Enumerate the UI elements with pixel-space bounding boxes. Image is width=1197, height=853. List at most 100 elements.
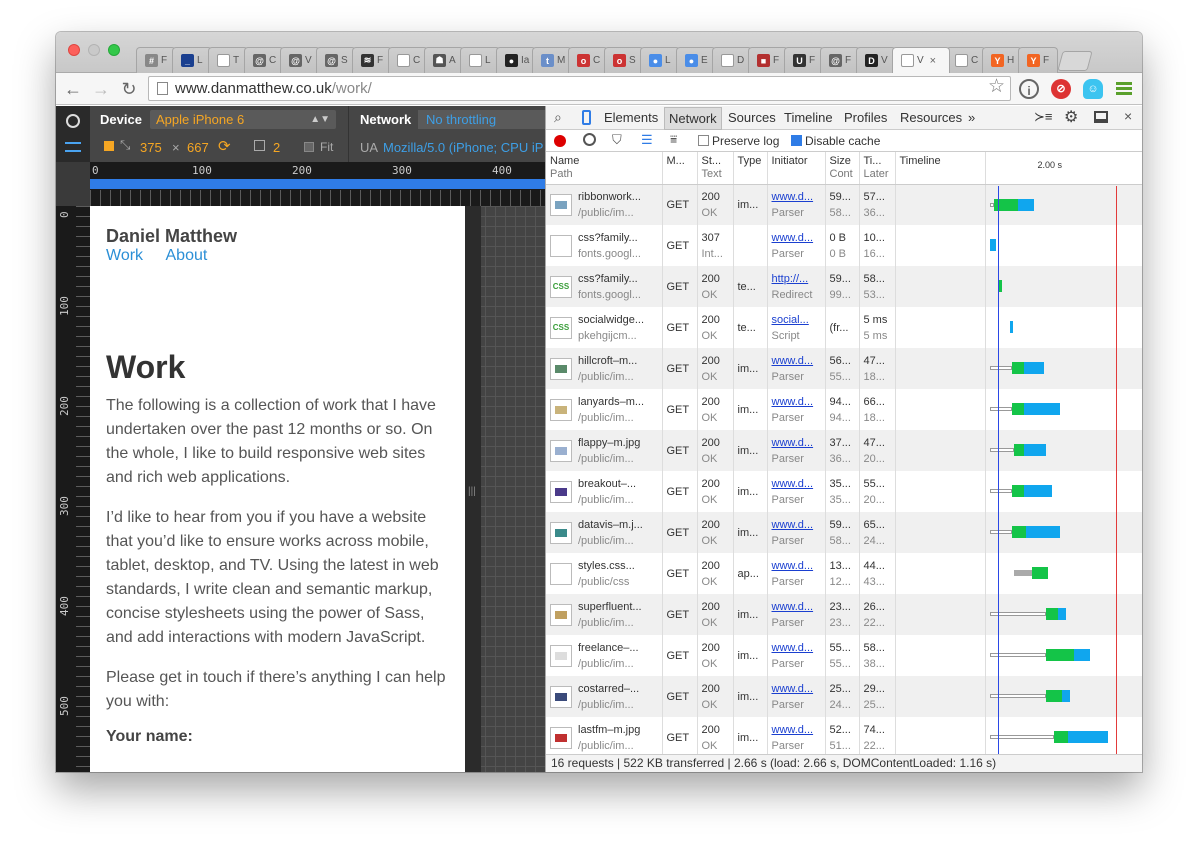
name-cell[interactable]: breakout–... /public/im...	[546, 471, 663, 512]
initiator-link[interactable]: www.d...	[772, 519, 814, 531]
preserve-log-checkbox[interactable]	[698, 135, 709, 146]
device-select[interactable]: Apple iPhone 6 ▲▼	[150, 110, 336, 129]
more-tabs-chevron-icon[interactable]: »	[968, 110, 975, 125]
initiator-link[interactable]: http://...	[772, 273, 809, 285]
browser-tab[interactable]: YF	[1018, 47, 1058, 73]
browser-tab[interactable]: _ L	[172, 47, 212, 73]
dock-side-icon[interactable]	[1094, 111, 1108, 123]
height-field[interactable]: 667	[187, 140, 209, 155]
close-devtools-icon[interactable]: ×	[1124, 108, 1132, 124]
back-button[interactable]: ←	[62, 78, 84, 100]
browser-tab[interactable]: @ F	[820, 47, 860, 73]
overview-icon[interactable]: ⩸	[670, 132, 677, 147]
browser-tab[interactable]: L	[460, 47, 500, 73]
table-row[interactable]: CSS css?family... fonts.googl... GET 200 OK te…	[546, 266, 1142, 307]
column-header[interactable]: Timeline	[895, 152, 986, 185]
browser-tab[interactable]: ☗ A	[424, 47, 464, 73]
browser-tab[interactable]: ≋ F	[352, 47, 392, 73]
table-row[interactable]: ribbonwork... /public/im... GET 200 OK im... w…	[546, 184, 1142, 225]
initiator-link[interactable]: www.d...	[772, 560, 814, 572]
name-cell[interactable]: styles.css... /public/css	[546, 553, 663, 594]
name-cell[interactable]: hillcroft–m... /public/im...	[546, 348, 663, 389]
browser-tab[interactable]: D	[712, 47, 752, 73]
disable-cache-checkbox[interactable]	[791, 135, 802, 146]
inspect-search-icon[interactable]: ⌕	[554, 109, 562, 126]
browser-tab[interactable]: C	[946, 47, 986, 73]
name-cell[interactable]: CSS socialwidge... pkehgijcm...	[546, 307, 663, 348]
close-window-button[interactable]	[68, 44, 80, 56]
name-cell[interactable]: css?family... fonts.googl...	[546, 225, 663, 266]
name-cell[interactable]: costarred–... /public/im...	[546, 676, 663, 717]
filter-icon[interactable]: ⛉	[612, 132, 622, 148]
initiator-link[interactable]: www.d...	[772, 601, 814, 613]
chrome-menu-icon[interactable]	[1116, 82, 1132, 96]
reload-button[interactable]: ↻	[118, 78, 140, 100]
network-throttle-select[interactable]: No throttling	[418, 110, 545, 129]
tab-timeline[interactable]: Timeline	[784, 110, 833, 125]
column-header[interactable]: St... Text	[697, 152, 734, 185]
browser-tab[interactable]: @ S	[316, 47, 356, 73]
initiator-link[interactable]: www.d...	[772, 642, 814, 654]
initiator-link[interactable]: social...	[772, 314, 809, 326]
console-drawer-icon[interactable]: ≻≡	[1034, 109, 1052, 125]
browser-tab[interactable]: ■ F	[748, 47, 788, 73]
table-row[interactable]: hillcroft–m... /public/im... GET 200 OK im...…	[546, 348, 1142, 389]
table-row[interactable]: styles.css... /public/css GET 200 OK ap... www…	[546, 553, 1142, 594]
name-cell[interactable]: freelance–... /public/im...	[546, 635, 663, 676]
name-cell[interactable]: datavis–m.j... /public/im...	[546, 512, 663, 553]
table-row[interactable]: breakout–... /public/im... GET 200 OK im... ww…	[546, 471, 1142, 512]
ghostery-extension-icon[interactable]: ☺	[1083, 79, 1103, 99]
name-cell[interactable]: superfluent... /public/im...	[546, 594, 663, 635]
name-cell[interactable]: lanyards–m... /public/im...	[546, 389, 663, 430]
swap-dimensions-icon[interactable]: ⟳	[218, 137, 231, 155]
column-header[interactable]: Initiator	[767, 152, 826, 185]
table-row[interactable]: superfluent... /public/im... GET 200 OK im...…	[546, 594, 1142, 635]
nav-link-work[interactable]: Work	[106, 247, 143, 264]
width-field[interactable]: 375	[140, 140, 162, 155]
initiator-link[interactable]: www.d...	[772, 683, 814, 695]
user-agent-field[interactable]: Mozilla/5.0 (iPhone; CPU iP	[383, 140, 543, 155]
disable-cache-toggle[interactable]: Disable cache	[791, 134, 880, 148]
site-title[interactable]: Daniel Matthew	[106, 226, 449, 247]
column-header[interactable]: Size Cont	[825, 152, 860, 185]
tab-sources[interactable]: Sources	[728, 110, 776, 125]
tab-network[interactable]: Network	[664, 107, 722, 130]
settings-gear-icon[interactable]: ⚙	[1064, 107, 1078, 127]
browser-tab[interactable]: # F	[136, 47, 176, 73]
nav-link-about[interactable]: About	[166, 247, 208, 264]
device-mode-icon[interactable]	[582, 110, 591, 125]
initiator-link[interactable]: www.d...	[772, 437, 814, 449]
table-row[interactable]: lastfm–m.jpg/public/im... GET 200 OK im... ww…	[546, 717, 1142, 758]
initiator-link[interactable]: www.d...	[772, 724, 814, 736]
initiator-link[interactable]: www.d...	[772, 191, 814, 203]
browser-tab[interactable]: T	[208, 47, 248, 73]
browser-tab[interactable]: V ×	[892, 47, 950, 73]
browser-tab[interactable]: oC	[568, 47, 608, 73]
browser-tab[interactable]: @ C	[244, 47, 284, 73]
new-tab-button[interactable]	[1057, 51, 1093, 71]
table-row[interactable]: freelance–... /public/im... GET 200 OK im... w…	[546, 635, 1142, 676]
media-queries-icon[interactable]	[65, 142, 81, 152]
block-extension-icon[interactable]: ⊘	[1051, 79, 1071, 99]
browser-tab[interactable]: oS	[604, 47, 644, 73]
resolution-checkbox[interactable]	[104, 141, 114, 151]
initiator-link[interactable]: www.d...	[772, 232, 814, 244]
table-row[interactable]: lanyards–m... /public/im... GET 200 OK im... w…	[546, 389, 1142, 430]
table-row[interactable]: flappy–m.jpg/public/im... GET 200 OK im... ww…	[546, 430, 1142, 471]
browser-tab[interactable]: YH	[982, 47, 1022, 73]
name-cell[interactable]: CSS css?family... fonts.googl...	[546, 266, 663, 307]
tab-elements[interactable]: Elements	[604, 110, 658, 125]
table-row[interactable]: css?family... fonts.googl... GET 307 Int... w…	[546, 225, 1142, 266]
resize-grip-icon[interactable]: |||	[468, 486, 476, 500]
table-row[interactable]: datavis–m.j... /public/im... GET 200 OK im...…	[546, 512, 1142, 553]
column-header[interactable]: Name Path	[546, 152, 663, 185]
address-bar[interactable]: www.danmatthew.co.uk/work/	[148, 76, 1011, 101]
dpr-field[interactable]: 2	[273, 140, 280, 155]
info-extension-icon[interactable]: i	[1019, 79, 1039, 99]
browser-tab[interactable]: DV	[856, 47, 896, 73]
column-header[interactable]: Ti... Later	[859, 152, 896, 185]
initiator-link[interactable]: www.d...	[772, 396, 814, 408]
disable-emulation-icon[interactable]	[66, 114, 80, 128]
tab-resources[interactable]: Resources	[900, 110, 962, 125]
large-rows-icon[interactable]: ☰	[641, 132, 653, 148]
